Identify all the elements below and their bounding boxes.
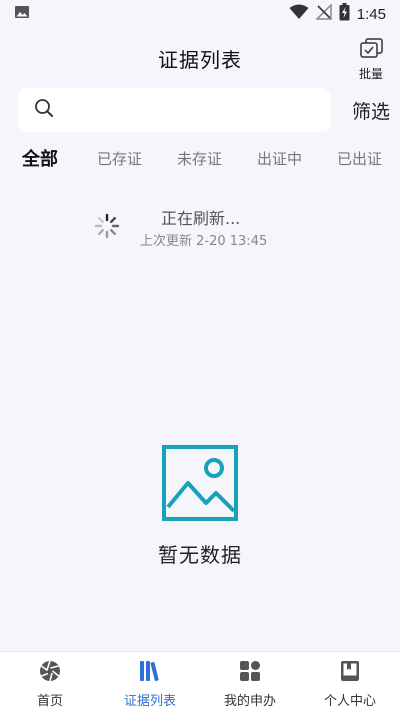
image-icon — [14, 4, 30, 24]
nav-item-evidence-list[interactable]: 证据列表 — [100, 652, 200, 711]
nav-item-home[interactable]: 首页 — [0, 652, 100, 711]
tab-issuing[interactable]: 出证中 — [257, 148, 302, 169]
tab-issued[interactable]: 已出证 — [337, 148, 382, 169]
nav-item-my-applications[interactable]: 我的申办 — [200, 652, 300, 711]
batch-label: 批量 — [358, 67, 383, 81]
image-placeholder-icon — [162, 445, 238, 525]
aperture-icon — [38, 659, 62, 687]
no-signal-icon — [314, 3, 332, 24]
page-title: 证据列表 — [158, 47, 242, 72]
search-icon — [34, 98, 54, 122]
bottom-nav: 首页 证据列表 我的申办 个人中心 — [0, 651, 400, 711]
refresh-indicator: 正在刷新... 上次更新 2-20 13:45 — [94, 205, 314, 249]
tab-not-stored[interactable]: 未存证 — [177, 148, 222, 169]
status-time: 1:45 — [356, 5, 386, 23]
header: 证据列表 批量 — [0, 36, 400, 82]
tab-all[interactable]: 全部 — [22, 145, 58, 171]
nav-item-profile[interactable]: 个人中心 — [300, 652, 400, 711]
empty-state: 暂无数据 — [0, 445, 400, 568]
batch-button[interactable]: 批量 — [358, 38, 384, 82]
status-tabs: 全部 已存证 未存证 出证中 已出证 — [0, 146, 400, 170]
tab-stored[interactable]: 已存证 — [97, 148, 142, 169]
last-update-time: 上次更新 2-20 13:45 — [140, 234, 268, 249]
books-icon — [138, 659, 162, 687]
filter-button[interactable]: 筛选 — [352, 97, 390, 124]
search-input[interactable] — [62, 88, 330, 132]
wifi-icon — [289, 4, 309, 24]
search-box[interactable] — [18, 88, 330, 132]
battery-charging-icon — [339, 3, 350, 25]
nav-label-my-applications: 我的申办 — [223, 694, 276, 709]
nav-label-evidence-list: 证据列表 — [123, 694, 176, 709]
batch-select-icon — [358, 38, 384, 64]
nav-label-profile: 个人中心 — [323, 694, 376, 709]
grid-icon — [238, 659, 262, 687]
loading-spinner-icon — [94, 213, 120, 243]
bookmark-book-icon — [338, 659, 362, 687]
status-bar: 1:45 — [0, 0, 400, 28]
search-row: 筛选 — [18, 88, 390, 132]
screen: 1:45 证据列表 批量 筛选 全部 已存证 未存证 出证中 已出证 正在刷新.… — [0, 0, 400, 711]
refresh-text: 正在刷新... — [161, 209, 241, 228]
nav-label-home: 首页 — [36, 694, 63, 709]
empty-text: 暂无数据 — [158, 543, 242, 567]
